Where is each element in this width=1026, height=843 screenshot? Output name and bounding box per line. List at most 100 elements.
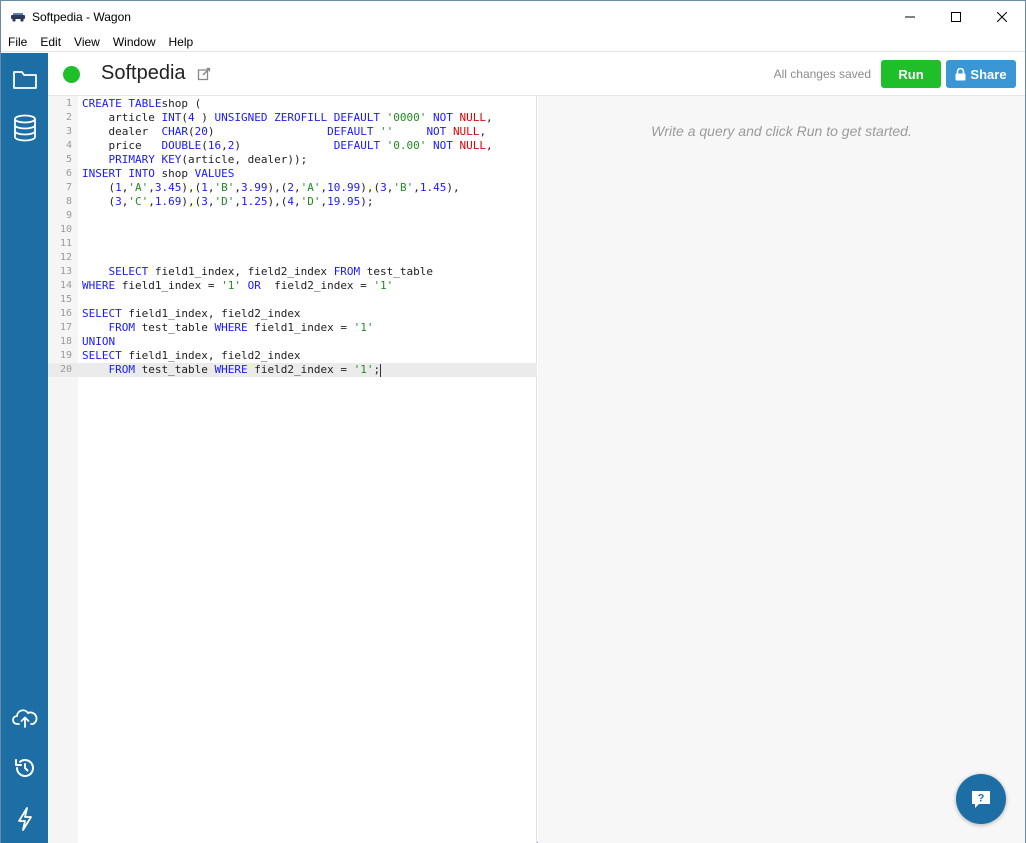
menu-view[interactable]: View — [67, 32, 106, 52]
code-text: SELECT field1_index, field2_index FROM t… — [82, 265, 434, 279]
edit-title-icon[interactable] — [197, 67, 211, 81]
maximize-button[interactable] — [933, 1, 979, 32]
code-token: CREATE TABLE — [82, 97, 162, 110]
code-token: 3 — [201, 195, 208, 208]
code-token: 1 — [115, 181, 122, 194]
code-line[interactable]: 3 dealer CHAR(20) DEFAULT '' NOT NULL, — [48, 125, 537, 139]
window-title: Softpedia - Wagon — [32, 9, 131, 24]
sidebar-database-button[interactable] — [1, 105, 48, 151]
code-line[interactable]: 12 — [48, 251, 537, 265]
code-line[interactable]: 17 FROM test_table WHERE field1_index = … — [48, 321, 537, 335]
maximize-icon — [951, 11, 961, 22]
code-line[interactable]: 18 UNION — [48, 335, 537, 349]
menu-window[interactable]: Window — [106, 32, 162, 52]
code-line[interactable]: 2 article INT(4 ) UNSIGNED ZEROFILL DEFA… — [48, 111, 537, 125]
code-token: , — [148, 195, 155, 208]
code-text: CREATE TABLEshop ( — [82, 97, 201, 111]
code-token: '0.00' — [380, 139, 427, 152]
database-icon — [13, 114, 36, 142]
code-token: 1 — [201, 181, 208, 194]
line-number: 4 — [65, 140, 72, 151]
connection-status-dot — [63, 66, 80, 83]
line-number: 3 — [65, 126, 72, 137]
code-token: ),( — [360, 181, 381, 194]
code-token: , — [221, 139, 228, 152]
code-token: 1.45 — [419, 181, 447, 194]
line-number: 19 — [59, 350, 72, 361]
document-header: Softpedia All changes saved Run Share — [48, 53, 1025, 96]
line-number: 10 — [59, 224, 72, 235]
code-text: INSERT INTO shop VALUES — [82, 167, 234, 181]
code-token: ),( — [267, 195, 288, 208]
title-bar: Softpedia - Wagon — [1, 1, 1025, 32]
code-text: WHERE field1_index = '1' OR field2_index… — [82, 279, 393, 293]
code-token: 'A' — [128, 181, 149, 194]
sidebar — [1, 53, 48, 843]
line-number: 5 — [65, 154, 72, 165]
code-token: ); — [360, 195, 374, 208]
code-token: '0000' — [380, 111, 427, 124]
code-line[interactable]: 7 (1,'A',3.45),(1,'B',3.99),(2,'A',10.99… — [48, 181, 537, 195]
code-token: , — [207, 195, 215, 208]
line-number: 1 — [65, 98, 72, 109]
code-token: '1' — [353, 363, 374, 376]
sidebar-upload-button[interactable] — [1, 695, 48, 741]
code-token: WHERE — [214, 321, 248, 334]
wagon-app-icon — [11, 12, 25, 22]
code-line[interactable]: 9 — [48, 209, 537, 223]
code-line[interactable]: 11 — [48, 237, 537, 251]
code-token: DEFAULT — [327, 125, 374, 138]
code-token: ) — [207, 125, 328, 138]
code-token: 'B' — [214, 181, 235, 194]
sidebar-history-button[interactable] — [1, 745, 48, 791]
code-line[interactable]: 16 SELECT field1_index, field2_index — [48, 307, 537, 321]
code-token: SELECT — [82, 349, 122, 362]
code-token: , — [413, 181, 420, 194]
folder-icon — [12, 71, 37, 89]
code-line[interactable]: 20 FROM test_table WHERE field2_index = … — [48, 363, 537, 377]
code-line[interactable]: 19 SELECT field1_index, field2_index — [48, 349, 537, 363]
line-number: 11 — [59, 238, 72, 249]
run-button[interactable]: Run — [881, 60, 941, 88]
code-token: OR — [240, 279, 261, 292]
menu-help[interactable]: Help — [162, 32, 200, 52]
share-button[interactable]: Share — [946, 60, 1016, 88]
line-number: 16 — [59, 308, 72, 319]
code-token: 10.99 — [327, 181, 361, 194]
menu-edit[interactable]: Edit — [33, 32, 67, 52]
code-line[interactable]: 10 — [48, 223, 537, 237]
minimize-button[interactable] — [887, 1, 933, 32]
code-line[interactable]: 6 INSERT INTO shop VALUES — [48, 167, 537, 181]
sql-editor[interactable]: 1 CREATE TABLEshop (2 article INT(4 ) UNS… — [48, 96, 537, 843]
code-line[interactable]: 5 PRIMARY KEY(article, dealer)); — [48, 153, 537, 167]
text-cursor — [380, 363, 382, 377]
sidebar-files-button[interactable] — [1, 56, 48, 102]
code-token: , — [486, 139, 493, 152]
close-button[interactable] — [979, 1, 1025, 32]
code-token: field1_index, field2_index — [148, 265, 334, 278]
code-token: article — [82, 111, 162, 124]
code-token: , — [234, 181, 241, 194]
menu-file[interactable]: File — [1, 32, 33, 52]
code-line[interactable]: 1 CREATE TABLEshop ( — [48, 97, 537, 111]
sidebar-power-button[interactable] — [1, 796, 48, 842]
code-text: price DOUBLE(16,2) DEFAULT '0.00' NOT NU… — [82, 139, 493, 153]
lightning-icon — [17, 807, 32, 831]
code-line[interactable]: 15 — [48, 293, 537, 307]
code-line[interactable]: 4 price DOUBLE(16,2) DEFAULT '0.00' NOT … — [48, 139, 537, 153]
code-lines[interactable]: 1 CREATE TABLEshop (2 article INT(4 ) UNS… — [48, 96, 537, 377]
line-number: 18 — [59, 336, 72, 347]
code-line[interactable]: 8 (3,'C',1.69),(3,'D',1.25),(4,'D',19.95… — [48, 195, 537, 209]
code-line[interactable]: 13 SELECT field1_index, field2_index FRO… — [48, 265, 537, 279]
code-token: , — [234, 195, 241, 208]
code-token: , — [294, 181, 301, 194]
code-token: 4 — [287, 195, 294, 208]
code-token: INSERT INTO — [82, 167, 155, 180]
line-number: 6 — [65, 168, 72, 179]
code-line[interactable]: 14 WHERE field1_index = '1' OR field2_ind… — [48, 279, 537, 293]
code-token: ),( — [181, 195, 202, 208]
code-token: NOT — [426, 139, 460, 152]
line-number: 12 — [59, 252, 72, 263]
code-token: ( — [187, 125, 195, 138]
help-button[interactable]: ? — [956, 774, 1006, 824]
